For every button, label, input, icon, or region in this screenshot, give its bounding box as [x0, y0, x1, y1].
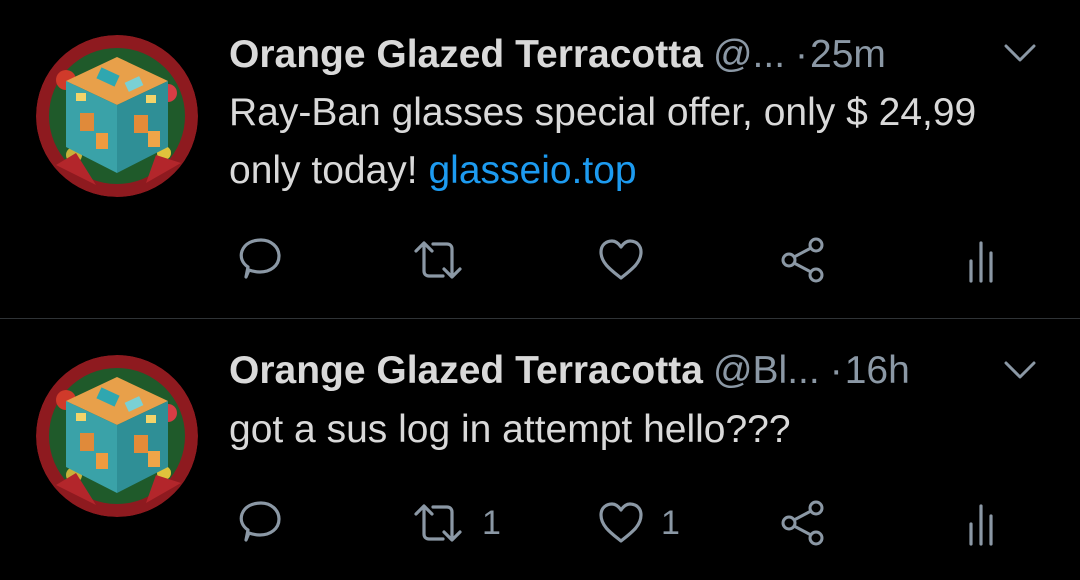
- retweet-arrows-icon: [414, 241, 462, 279]
- retweet-button[interactable]: [410, 232, 482, 288]
- display-name[interactable]: Orange Glazed Terracotta: [229, 33, 703, 76]
- chevron-down-icon: [1004, 44, 1036, 62]
- like-count: 1: [661, 504, 680, 542]
- tweet-header: Orange Glazed Terracotta @Bl... ·16h: [229, 346, 1049, 396]
- like-button[interactable]: 1: [597, 495, 680, 551]
- tweet-text: got a sus log in attempt hello???: [229, 401, 1029, 459]
- heart-icon: [599, 502, 643, 543]
- retweet-arrows-icon: [414, 504, 462, 542]
- analytics-bars-icon: [969, 504, 993, 546]
- reply-button[interactable]: [234, 232, 300, 288]
- tweet-link[interactable]: glasseio.top: [428, 149, 636, 192]
- tweet-header: Orange Glazed Terracotta @... ·25m: [229, 30, 1049, 80]
- analytics-button[interactable]: [966, 232, 998, 288]
- avatar-image: [36, 355, 198, 517]
- analytics-button[interactable]: [966, 495, 998, 551]
- reply-bubble-icon: [239, 238, 281, 279]
- timestamp[interactable]: 25m: [810, 33, 886, 76]
- heart-icon: [599, 239, 643, 280]
- share-nodes-icon: [781, 237, 824, 283]
- avatar[interactable]: [36, 35, 198, 197]
- tweet-text-content: got a sus log in attempt hello???: [229, 408, 791, 451]
- like-button[interactable]: [597, 232, 661, 288]
- display-name[interactable]: Orange Glazed Terracotta: [229, 349, 703, 392]
- more-options-button[interactable]: [1000, 40, 1040, 68]
- tweet-actions: 1 1: [0, 495, 1080, 551]
- reply-bubble-icon: [239, 501, 281, 542]
- tweet-actions: [0, 232, 1080, 288]
- user-handle[interactable]: @Bl...: [713, 349, 820, 392]
- tweet[interactable]: Orange Glazed Terracotta @... ·25m Ray-Ban…: [0, 0, 1080, 318]
- reply-button[interactable]: [234, 495, 300, 551]
- tweet-text: Ray-Ban glasses special offer, only $ 24…: [229, 84, 1029, 200]
- share-button[interactable]: [778, 495, 828, 551]
- separator-dot: ·: [829, 349, 843, 392]
- avatar-image: [36, 35, 198, 197]
- tweet[interactable]: Orange Glazed Terracotta @Bl... ·16h got a…: [0, 319, 1080, 580]
- user-handle[interactable]: @...: [713, 33, 785, 76]
- chevron-down-icon: [1004, 361, 1036, 379]
- separator-dot: ·: [795, 33, 809, 76]
- retweet-button[interactable]: 1: [410, 495, 501, 551]
- retweet-count: 1: [482, 504, 501, 542]
- share-nodes-icon: [781, 500, 824, 546]
- more-options-button[interactable]: [1000, 357, 1040, 385]
- timestamp[interactable]: 16h: [845, 349, 910, 392]
- analytics-bars-icon: [969, 241, 993, 283]
- avatar[interactable]: [36, 355, 198, 517]
- share-button[interactable]: [778, 232, 828, 288]
